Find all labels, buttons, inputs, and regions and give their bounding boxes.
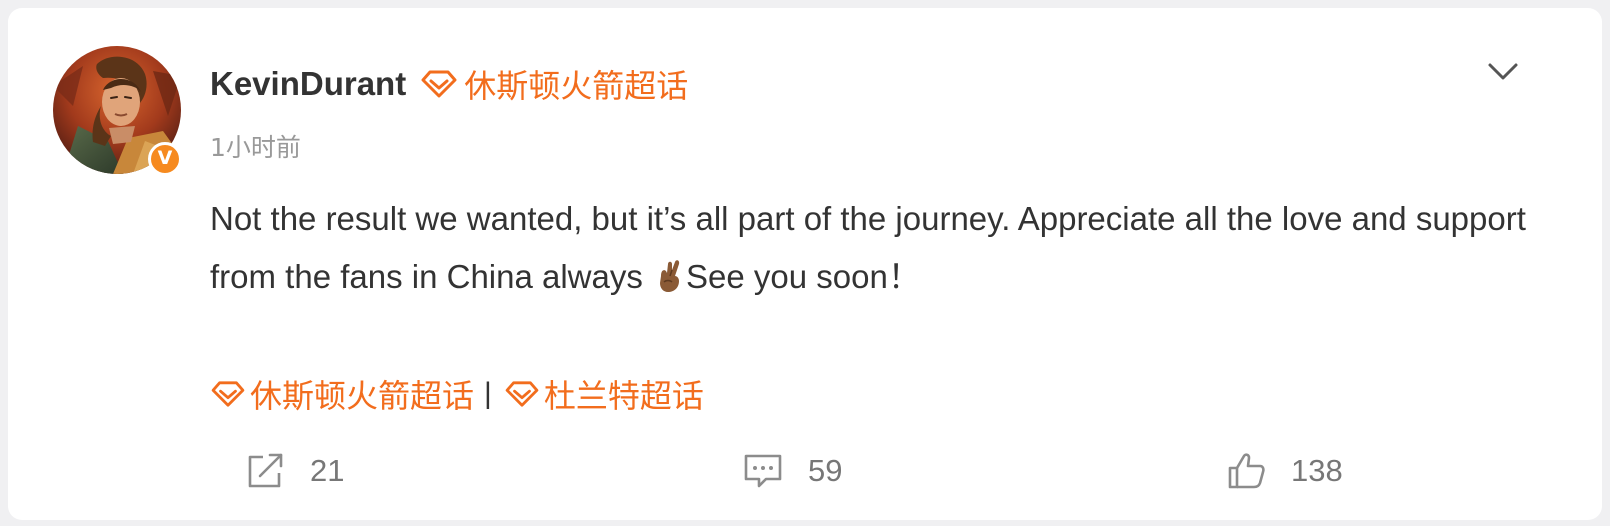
topic-link-durant[interactable]: 杜兰特超话 — [504, 371, 704, 417]
supertopic-tag[interactable]: 休斯顿火箭超话 — [420, 61, 688, 107]
topic-label: 杜兰特超话 — [543, 377, 704, 415]
share-icon — [246, 452, 286, 490]
supertopic-diamond-icon — [420, 69, 458, 99]
topic-separator: | — [484, 377, 492, 410]
verified-badge-icon: V — [148, 142, 182, 176]
like-button[interactable]: 138 — [1227, 448, 1343, 494]
post-card: V KevinDurant 休斯顿火箭超话 1小时前 Not the resul… — [8, 8, 1602, 520]
post-timestamp: 1小时前 — [210, 133, 301, 162]
comment-button[interactable]: 59 — [742, 448, 842, 494]
topics-row: 休斯顿火箭超话 | 杜兰特超话 — [210, 370, 704, 418]
post-header: KevinDurant 休斯顿火箭超话 — [210, 60, 688, 108]
username[interactable]: KevinDurant — [210, 65, 406, 103]
comment-count: 59 — [808, 453, 843, 488]
like-count: 138 — [1291, 453, 1343, 488]
share-button[interactable]: 21 — [246, 448, 344, 494]
topic-label: 休斯顿火箭超话 — [250, 377, 475, 415]
topic-link-rockets[interactable]: 休斯顿火箭超话 — [210, 371, 474, 417]
share-count: 21 — [310, 453, 345, 488]
supertopic-diamond-icon — [210, 380, 246, 408]
supertopic-diamond-icon — [504, 380, 540, 408]
crossed-fingers-emoji-icon — [653, 258, 685, 294]
post-text: Not the result we wanted, but it’s all p… — [210, 190, 1540, 306]
chevron-down-icon[interactable] — [1485, 56, 1521, 86]
like-icon — [1227, 451, 1267, 491]
post-text-closing: See you soon！ — [686, 258, 921, 295]
comment-icon — [742, 452, 784, 490]
supertopic-label: 休斯顿火箭超话 — [464, 67, 689, 105]
